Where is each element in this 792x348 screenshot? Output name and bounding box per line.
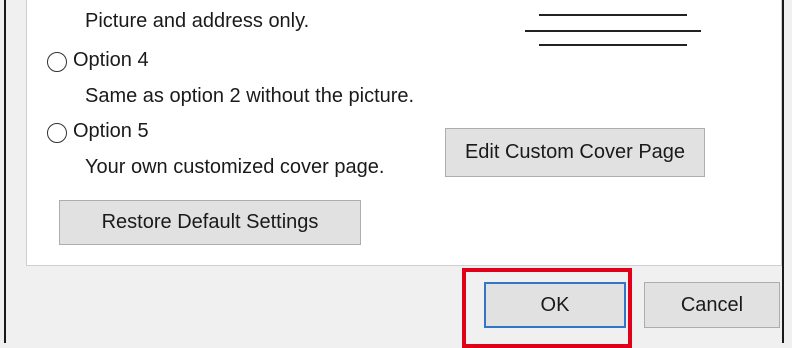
option-5-description: Your own customized cover page. [85,156,385,178]
option-4-radio[interactable] [47,52,67,72]
option-5-radio[interactable] [47,123,67,143]
option-4-label[interactable]: Option 4 [73,49,149,72]
cover-page-options-panel: Picture and address only. Option 4 Same … [26,0,782,266]
option-5-label[interactable]: Option 5 [73,120,149,143]
restore-default-settings-button[interactable]: Restore Default Settings [59,200,361,245]
cancel-button[interactable]: Cancel [644,282,780,328]
dialog-window: Picture and address only. Option 4 Same … [4,0,784,343]
edit-custom-cover-page-button[interactable]: Edit Custom Cover Page [445,128,705,177]
ok-button[interactable]: OK [484,282,626,328]
option-3-description: Picture and address only. [85,10,310,32]
option-4-description: Same as option 2 without the picture. [85,85,415,107]
